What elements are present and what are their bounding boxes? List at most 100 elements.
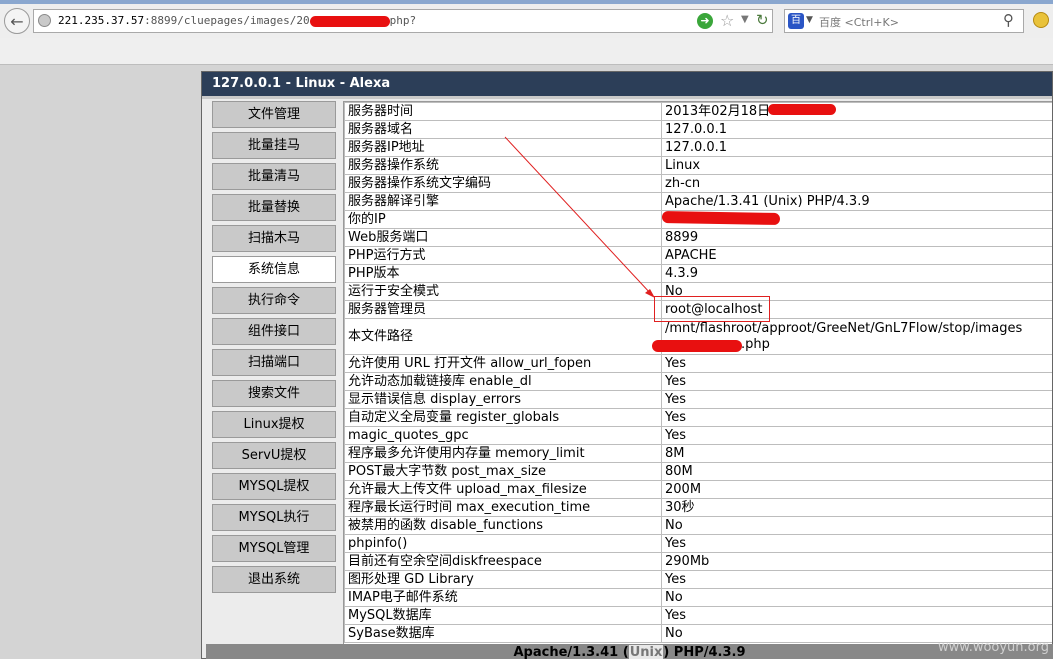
table-row: magic_quotes_gpc Yes [344, 426, 1052, 445]
address-text[interactable]: 221.235.37.57:8899/cluepages/images/20 ph… [58, 14, 416, 27]
info-key: 显示错误信息 display_errors [344, 390, 662, 409]
redaction-mark [768, 104, 836, 115]
system-info-table: 服务器时间 2013年02月18日 服务器域名 127.0.0.1 服务器IP地址 127… [344, 102, 1052, 643]
window-title-strip [0, 0, 1053, 4]
table-row: Web服务端口 8899 [344, 228, 1052, 247]
table-row: IMAP电子邮件系统 No [344, 588, 1052, 607]
info-key: 允许使用 URL 打开文件 allow_url_fopen [344, 354, 662, 373]
info-key: 服务器操作系统 [344, 156, 662, 175]
engine-dropdown-icon[interactable]: ▼ [806, 15, 813, 25]
info-key: 服务器域名 [344, 120, 662, 139]
info-key: 程序最长运行时间 max_execution_time [344, 498, 662, 517]
table-row: PHP版本 4.3.9 [344, 264, 1052, 283]
info-value: 127.0.0.1 [661, 120, 1052, 139]
magnifier-icon[interactable]: ⚲ [1003, 11, 1014, 29]
sidebar-item[interactable]: 批量挂马 [212, 132, 336, 159]
go-arrow-icon[interactable]: ➜ [697, 13, 713, 29]
search-engine-icon[interactable]: 百 [788, 13, 804, 29]
info-value: Yes [661, 534, 1052, 553]
sidebar-menu: 文件管理批量挂马批量清马批量替换扫描木马系统信息执行命令组件接口扫描端口搜索文件… [212, 101, 336, 597]
info-key: Web服务端口 [344, 228, 662, 247]
info-value: 2013年02月18日 [661, 102, 1052, 121]
table-row: 运行于安全模式 No [344, 282, 1052, 301]
sidebar-item[interactable]: 扫描端口 [212, 349, 336, 376]
table-row: 显示错误信息 display_errors Yes [344, 390, 1052, 409]
info-key: 你的IP [344, 210, 662, 229]
info-key: 本文件路径 [344, 318, 662, 355]
star-icon[interactable]: ☆ [720, 11, 734, 30]
table-row: 目前还有空余空间diskfreespace 290Mb [344, 552, 1052, 571]
sidebar-item[interactable]: 退出系统 [212, 566, 336, 593]
search-bar[interactable]: 百 ▼ 百度 <Ctrl+K> ⚲ [784, 9, 1024, 33]
info-value: Linux [661, 156, 1052, 175]
bookmarks-toolbar [0, 38, 1053, 64]
info-value: Yes [661, 606, 1052, 625]
sidebar-item[interactable]: MYSQL执行 [212, 504, 336, 531]
search-input[interactable]: 百度 <Ctrl+K> [819, 14, 899, 30]
info-value: Yes [661, 372, 1052, 391]
table-row: 自动定义全局变量 register_globals Yes [344, 408, 1052, 427]
page-title: 127.0.0.1 - Linux - Alexa [202, 72, 1052, 96]
footer-text-end: ) PHP/4.3.9 [663, 645, 746, 659]
info-value: No [661, 516, 1052, 535]
url-host: 221.235.37.57 [58, 14, 145, 27]
addon-icon[interactable] [1033, 12, 1049, 28]
reload-icon[interactable]: ↻ [756, 11, 769, 29]
info-value: No [661, 282, 1052, 301]
footer-text-start: Apache/1.3.41 ( [513, 645, 629, 659]
sidebar-item[interactable]: ServU提权 [212, 442, 336, 469]
info-key: magic_quotes_gpc [344, 426, 662, 445]
redaction-mark [661, 210, 781, 226]
info-value: Yes [661, 408, 1052, 427]
table-row: 图形处理 GD Library Yes [344, 570, 1052, 589]
table-row: 服务器管理员 root@localhost [344, 300, 1052, 319]
info-value: Apache/1.3.41 (Unix) PHP/4.3.9 [661, 192, 1052, 211]
history-dropdown-icon[interactable]: ▼ [741, 14, 749, 25]
info-value: 290Mb [661, 552, 1052, 571]
url-path-start: :8899/cluepages/images/20 [144, 14, 310, 27]
sidebar-item[interactable]: 批量替换 [212, 194, 336, 221]
info-key: SyBase数据库 [344, 624, 662, 643]
status-footer: Apache/1.3.41 (Unix) PHP/4.3.9 [206, 644, 1053, 659]
info-value: 30秒 [661, 498, 1052, 517]
info-key: phpinfo() [344, 534, 662, 553]
table-row: 服务器域名 127.0.0.1 [344, 120, 1052, 139]
info-value: Yes [661, 426, 1052, 445]
sidebar-item[interactable]: Linux提权 [212, 411, 336, 438]
info-value: APACHE [661, 246, 1052, 265]
sidebar-item[interactable]: 执行命令 [212, 287, 336, 314]
info-value: Yes [661, 570, 1052, 589]
sidebar-item[interactable]: MYSQL提权 [212, 473, 336, 500]
info-key: 允许动态加载链接库 enable_dl [344, 372, 662, 391]
sidebar-item[interactable]: 扫描木马 [212, 225, 336, 252]
sidebar-item[interactable]: 系统信息 [212, 256, 336, 283]
table-row: 服务器操作系统文字编码 zh-cn [344, 174, 1052, 193]
table-row: 服务器解译引擎 Apache/1.3.41 (Unix) PHP/4.3.9 [344, 192, 1052, 211]
sidebar-item[interactable]: 组件接口 [212, 318, 336, 345]
info-value: 80M [661, 462, 1052, 481]
info-key: 服务器时间 [344, 102, 662, 121]
table-row: phpinfo() Yes [344, 534, 1052, 553]
address-bar[interactable]: 221.235.37.57:8899/cluepages/images/20 ph… [33, 9, 773, 33]
info-key: MySQL数据库 [344, 606, 662, 625]
info-key: POST最大字节数 post_max_size [344, 462, 662, 481]
table-row: MySQL数据库 Yes [344, 606, 1052, 625]
info-key: 服务器解译引擎 [344, 192, 662, 211]
sidebar-item[interactable]: MYSQL管理 [212, 535, 336, 562]
site-identity-icon[interactable] [38, 14, 51, 27]
info-value: 127.0.0.1 [661, 138, 1052, 157]
back-arrow-icon[interactable]: ← [4, 8, 30, 34]
info-key: 图形处理 GD Library [344, 570, 662, 589]
info-key: PHP版本 [344, 264, 662, 283]
title-divider [202, 96, 1052, 99]
table-row: 服务器时间 2013年02月18日 [344, 102, 1052, 121]
footer-highlight: Unix [628, 645, 664, 659]
info-value: Yes [661, 354, 1052, 373]
sidebar-item[interactable]: 搜索文件 [212, 380, 336, 407]
info-key: 服务器管理员 [344, 300, 662, 319]
sidebar-item[interactable]: 批量清马 [212, 163, 336, 190]
table-row: 允许动态加载链接库 enable_dl Yes [344, 372, 1052, 391]
sidebar-item[interactable]: 文件管理 [212, 101, 336, 128]
info-value: 200M [661, 480, 1052, 499]
info-key: 允许最大上传文件 upload_max_filesize [344, 480, 662, 499]
